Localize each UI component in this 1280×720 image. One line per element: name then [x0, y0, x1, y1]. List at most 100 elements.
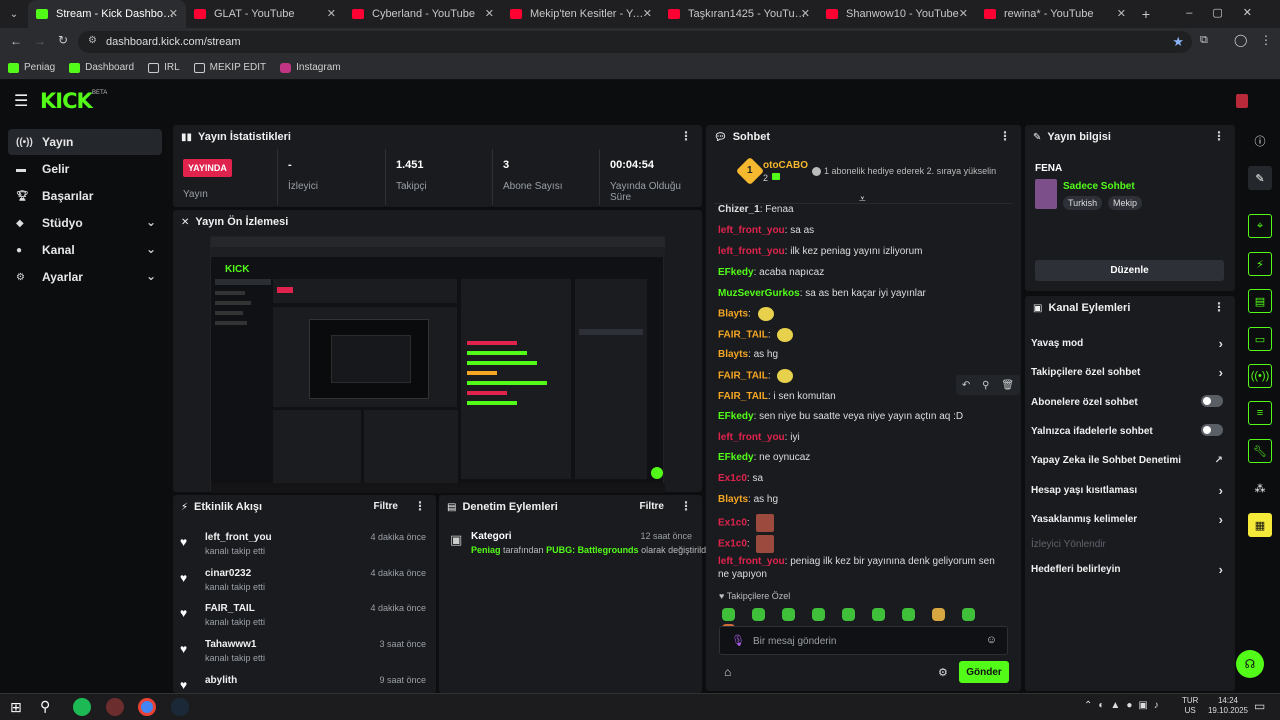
profile-icon[interactable]: ◯ — [1234, 33, 1247, 47]
chat-username[interactable]: Ex1c0 — [718, 539, 747, 550]
settings-gear-icon[interactable]: ⚙ — [938, 666, 948, 679]
chat-username[interactable]: FAIR_TAIL — [718, 391, 768, 402]
wrench-icon[interactable]: 🔧︎ — [1248, 439, 1272, 463]
emoji-icon[interactable]: ☺ — [986, 634, 997, 646]
chat-username[interactable]: left_front_you — [718, 225, 785, 236]
bookmark-mekip-edit[interactable]: MEKIP EDIT — [193, 62, 266, 73]
share-icon[interactable]: ⁂ — [1248, 476, 1272, 500]
language-indicator[interactable]: TUR US — [1182, 696, 1198, 716]
steam-icon[interactable] — [171, 698, 189, 716]
clock[interactable]: 14:24 19.10.2025 — [1206, 696, 1250, 716]
edit-icon[interactable]: ✎ — [1248, 166, 1272, 190]
chat-username[interactable]: Blayts — [718, 309, 748, 320]
tag-turkish[interactable]: Turkish — [1063, 196, 1103, 210]
emote-9[interactable] — [962, 608, 975, 621]
action-emotes-only[interactable]: Yalnızca ifadelerle sohbet — [1031, 424, 1227, 437]
bookmark-instagram[interactable]: Instagram — [280, 62, 341, 73]
tag-mekip[interactable]: Mekip — [1108, 196, 1143, 210]
browser-tab-6[interactable]: rewina* - YouTube ✕ — [976, 0, 1134, 28]
chat-username[interactable]: EFkedy — [718, 452, 754, 463]
chat-username[interactable]: Blayts — [718, 494, 748, 505]
browser-tab-4[interactable]: Taşkıran1425 - YouTube ✕ — [660, 0, 818, 28]
emote-7[interactable] — [902, 608, 915, 621]
emote-4[interactable] — [812, 608, 825, 621]
info-icon[interactable]: ⓘ — [1248, 129, 1272, 153]
broadcast-rail-icon[interactable]: ((•)) — [1248, 364, 1272, 388]
sidebar-item-gelir[interactable]: ▬ Gelir — [8, 156, 162, 182]
emote-bar[interactable] — [722, 608, 1012, 637]
emote-5[interactable] — [842, 608, 855, 621]
more-options-icon[interactable]: ⋮ — [1213, 300, 1225, 314]
activity-username[interactable]: abylith — [205, 675, 237, 686]
bookmark-star-icon[interactable]: ★ — [1172, 34, 1184, 50]
filter-button[interactable]: Filtre — [374, 501, 398, 512]
emotes-only-toggle[interactable] — [1201, 424, 1223, 436]
browser-tab-3[interactable]: Mekip'ten Kesitler - YouTube✕ — [502, 0, 660, 28]
more-options-icon[interactable]: ⋮ — [1213, 129, 1225, 143]
kick-logo[interactable]: KICK — [40, 89, 93, 113]
close-tab-icon[interactable]: ✕ — [643, 7, 652, 20]
menu-icon[interactable]: ⋮ — [1260, 33, 1272, 47]
activity-username[interactable]: Tahawww1 — [205, 639, 257, 650]
action-ai-moderation[interactable]: Yapay Zeka ile Sohbet Denetimi ↗ — [1031, 455, 1227, 466]
spotify-icon[interactable] — [73, 698, 91, 716]
chat-input[interactable]: 🎙︎ Bir mesaj gönderin ☺ — [719, 626, 1008, 655]
capture-icon[interactable]: ⌖ — [1248, 214, 1272, 238]
moderation-user[interactable]: Peniag — [471, 545, 501, 555]
chat-username[interactable]: Ex1c0 — [718, 473, 747, 484]
edit-button[interactable]: Düzenle — [1035, 260, 1224, 281]
bookmark-peniag[interactable]: Peniag — [8, 62, 55, 73]
more-options-icon[interactable]: ⋮ — [680, 499, 692, 513]
browser-tab-5[interactable]: Shanwow10 - YouTube ✕ — [818, 0, 976, 28]
close-tab-icon[interactable]: ✕ — [485, 7, 494, 20]
clapperboard-icon[interactable]: ▦ — [1248, 513, 1272, 537]
activity-username[interactable]: left_front_you — [205, 532, 272, 543]
lightning-rail-icon[interactable]: ⚡︎ — [1248, 252, 1272, 276]
more-options-icon[interactable]: ⋮ — [680, 129, 692, 143]
chat-username[interactable]: Blayts — [718, 349, 748, 360]
top-gifter-name[interactable]: otoCABO — [763, 160, 808, 171]
emote-3[interactable] — [782, 608, 795, 621]
close-tab-icon[interactable]: ✕ — [801, 7, 810, 20]
emote-1[interactable] — [722, 608, 735, 621]
app-icon[interactable] — [106, 698, 124, 716]
chat-username[interactable]: left_front_you — [718, 246, 785, 257]
bookmark-irl[interactable]: IRL — [148, 62, 180, 73]
bookmark-dashboard[interactable]: Dashboard — [69, 62, 134, 73]
chat-emote[interactable] — [777, 369, 794, 383]
microphone-icon[interactable]: 🎙︎ — [731, 634, 745, 647]
close-tab-icon[interactable]: ✕ — [959, 7, 968, 20]
activity-username[interactable]: FAIR_TAIL — [205, 603, 255, 614]
sidebar-item-kanal[interactable]: ● Kanal ⌄ — [8, 237, 162, 263]
site-info-icon[interactable]: ⚙ — [88, 35, 97, 46]
chat-rail-icon[interactable]: ▭ — [1248, 327, 1272, 351]
moderation-game[interactable]: PUBG: Battlegrounds — [546, 545, 639, 555]
forward-icon[interactable]: → — [34, 34, 46, 48]
chat-username[interactable]: Chizer_1 — [718, 204, 760, 215]
chat-username[interactable]: Ex1c0 — [718, 518, 747, 529]
action-banned-words[interactable]: Yasaklanmış kelimeler › — [1031, 512, 1227, 527]
gift-shop-icon[interactable]: ⌂ — [724, 665, 731, 679]
new-tab-button[interactable]: + — [1134, 0, 1158, 28]
browser-tab-2[interactable]: Cyberland - YouTube ✕ — [344, 0, 502, 28]
back-icon[interactable]: ← — [10, 34, 22, 48]
action-slow-mode[interactable]: Yavaş mod › — [1031, 336, 1227, 351]
emote-8[interactable] — [932, 608, 945, 621]
browser-tab-1[interactable]: GLAT - YouTube ✕ — [186, 0, 344, 28]
reload-icon[interactable]: ↻ — [58, 33, 68, 47]
activity-username[interactable]: cinar0232 — [205, 568, 251, 579]
window-controls[interactable]: –▢✕ — [1186, 6, 1272, 19]
notifications-icon[interactable]: ▭ — [1254, 699, 1265, 713]
chat-username[interactable]: left_front_you — [718, 432, 785, 443]
list-rail-icon[interactable]: ≡ — [1248, 401, 1272, 425]
user-avatar[interactable] — [1236, 94, 1248, 108]
browser-tab-0[interactable]: Stream - Kick Dashboard ✕ — [28, 0, 186, 28]
chat-username[interactable]: left_front_you — [718, 556, 785, 567]
url-field[interactable]: ⚙ dashboard.kick.com/stream ★ — [78, 31, 1192, 53]
sidebar-item-ayarlar[interactable]: ⚙ Ayarlar ⌄ — [8, 264, 162, 290]
sidebar-item-studyo[interactable]: ◆ Stüdyo ⌄ — [8, 210, 162, 236]
chat-emote[interactable] — [777, 328, 794, 342]
delete-icon[interactable]: 🗑︎ — [1001, 380, 1014, 391]
chat-username[interactable]: EFkedy — [718, 267, 754, 278]
emote-6[interactable] — [872, 608, 885, 621]
